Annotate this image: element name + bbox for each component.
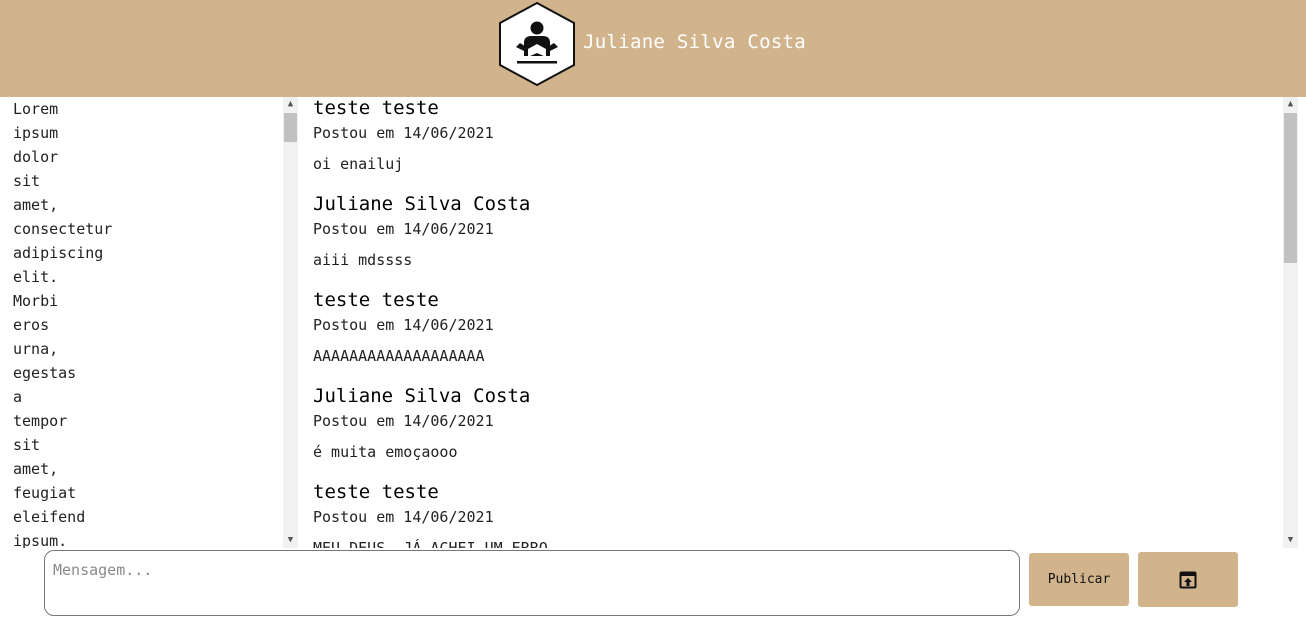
header-title: Juliane Silva Costa [583,31,807,53]
sidebar-text: Lorem ipsum dolor sit amet, consectetur adipis… [13,97,273,548]
sidebar-word: eleifend [13,508,86,526]
publish-button[interactable]: Publicar [1029,553,1129,606]
sidebar-word: elit. [13,268,59,286]
sidebar-scrollbar[interactable]: ▲ ▼ [283,97,298,548]
scroll-down-arrow-icon[interactable]: ▼ [283,533,298,548]
post-item: Juliane Silva Costa Postou em 14/06/2021 a… [313,193,1273,289]
sidebar-word: consectetur [13,220,113,238]
post-body: MEU DEUS, JÁ ACHEI UM ERRO [313,539,548,548]
post-author: teste teste [313,97,439,119]
sidebar-word: ipsum. [13,532,68,548]
post-date: Postou em 14/06/2021 [313,412,494,430]
upload-file-icon [1179,571,1197,589]
post-item: teste teste Postou em 14/06/2021 AAAAAAAAA… [313,289,1273,385]
upload-button[interactable] [1138,552,1238,607]
sidebar-word: tempor [13,412,68,430]
sidebar-word: amet, [13,460,59,478]
post-author: teste teste [313,481,439,503]
sidebar-word: a [13,388,23,406]
post-list: teste teste Postou em 14/06/2021 oi enailu… [313,97,1273,548]
post-feed: teste teste Postou em 14/06/2021 oi enailu… [298,97,1306,548]
post-author: teste teste [313,289,439,311]
scrollbar-thumb[interactable] [1284,113,1297,263]
sidebar-word: sit [13,172,41,190]
message-input[interactable] [44,550,1020,616]
post-date: Postou em 14/06/2021 [313,220,494,238]
post-body: é muita emoçaooo [313,443,458,461]
scroll-up-arrow-icon[interactable]: ▲ [283,97,298,112]
scroll-down-arrow-icon[interactable]: ▼ [1283,533,1298,548]
post-body: aiii mdssss [313,251,413,269]
sidebar-word: adipiscing [13,244,104,262]
sidebar: Lorem ipsum dolor sit amet, consectetur adipis… [0,97,298,548]
scroll-up-arrow-icon[interactable]: ▲ [1283,97,1298,112]
sidebar-word: urna, [13,340,59,358]
post-item: teste teste Postou em 14/06/2021 MEU DEUS,… [313,481,1273,548]
sidebar-word: Morbi [13,292,59,310]
post-item: Juliane Silva Costa Postou em 14/06/2021 é… [313,385,1273,481]
app-header: Juliane Silva Costa [0,0,1306,97]
sidebar-word: dolor [13,148,59,166]
sidebar-word: amet, [13,196,59,214]
feed-scrollbar[interactable]: ▲ ▼ [1283,97,1298,548]
post-author: Juliane Silva Costa [313,193,531,215]
sidebar-word: feugiat [13,484,77,502]
scrollbar-thumb[interactable] [284,113,297,142]
post-date: Postou em 14/06/2021 [313,124,494,142]
post-item: teste teste Postou em 14/06/2021 oi enailu… [313,97,1273,193]
sidebar-word: sit [13,436,41,454]
sidebar-word: eros [13,316,50,334]
reader-person-icon [497,1,577,87]
post-body: oi enailuj [313,155,404,173]
post-date: Postou em 14/06/2021 [313,316,494,334]
sidebar-word: Lorem [13,100,59,118]
sidebar-word: egestas [13,364,77,382]
post-author: Juliane Silva Costa [313,385,531,407]
sidebar-word: ipsum [13,124,59,142]
post-body: AAAAAAAAAAAAAAAAAAA [313,347,485,365]
post-date: Postou em 14/06/2021 [313,508,494,526]
